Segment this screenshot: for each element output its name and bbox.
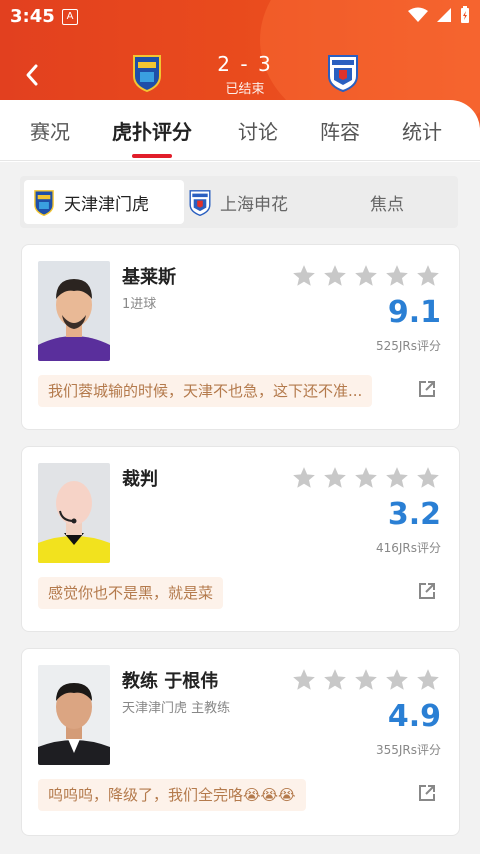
player-desc: 天津津门虎 主教练 [122, 701, 231, 716]
star-icon[interactable] [291, 263, 317, 289]
player-desc: 1进球 [122, 297, 157, 312]
rating-count: 416JRs评分 [375, 541, 441, 555]
share-icon[interactable] [417, 783, 437, 803]
share-icon[interactable] [417, 379, 437, 399]
status-bar: 3:45 A [0, 0, 480, 34]
star-icon[interactable] [415, 263, 441, 289]
rating-stars[interactable] [291, 667, 441, 693]
star-icon[interactable] [322, 667, 348, 693]
signal-icon [437, 8, 451, 22]
segment-label: 焦点 [370, 194, 404, 215]
match-rating-screen: 3:45 A 2 - 3 已结束 赛况 虎扑评分 讨论 阵容 统计 天津津门虎 … [0, 0, 480, 854]
segment-label: 天津津门虎 [64, 194, 149, 215]
rating-stars[interactable] [291, 465, 441, 491]
star-icon[interactable] [384, 263, 410, 289]
segment-focus[interactable]: 焦点 [370, 180, 430, 224]
tab-stats[interactable]: 统计 [402, 116, 442, 145]
tab-rating[interactable]: 虎扑评分 [112, 116, 192, 145]
rating-score: 4.9 [387, 699, 441, 734]
tab-indicator [132, 154, 172, 158]
star-icon[interactable] [415, 667, 441, 693]
star-icon[interactable] [384, 465, 410, 491]
battery-icon [461, 6, 469, 23]
shenhua-team-logo[interactable] [326, 52, 360, 92]
top-comment[interactable]: 呜呜呜，降级了，我们全完咯😭😭😭 [38, 779, 306, 811]
tab-match[interactable]: 赛况 [30, 116, 70, 145]
rating-score: 9.1 [387, 295, 441, 330]
player-rating-card[interactable]: 裁判 3.2 416JRs评分 感觉你也不是黑，就是菜 [21, 446, 460, 632]
rating-stars[interactable] [291, 263, 441, 289]
rating-score: 3.2 [387, 497, 441, 532]
tab-bar: 赛况 虎扑评分 讨论 阵容 统计 [0, 100, 480, 162]
star-icon[interactable] [291, 465, 317, 491]
referee-avatar [38, 463, 110, 563]
rating-count: 355JRs评分 [375, 743, 441, 757]
player-name: 裁判 [122, 469, 158, 490]
star-icon[interactable] [415, 465, 441, 491]
segment-label: 上海申花 [220, 194, 288, 215]
player-rating-card[interactable]: 基莱斯 1进球 9.1 525JRs评分 我们蓉城输的时候，天津不也急，这下还不… [21, 244, 460, 430]
star-icon[interactable] [353, 465, 379, 491]
tianjin-team-logo [34, 190, 54, 216]
match-score: 2 - 3 [217, 52, 273, 76]
tianjin-team-logo[interactable] [130, 52, 164, 92]
segment-shenhua[interactable]: 上海申花 [180, 180, 320, 224]
player-name: 基莱斯 [122, 267, 176, 288]
shenhua-team-logo [189, 190, 211, 216]
match-state: 已结束 [225, 82, 265, 97]
top-comment[interactable]: 感觉你也不是黑，就是菜 [38, 577, 224, 609]
star-icon[interactable] [353, 667, 379, 693]
tab-discussion[interactable]: 讨论 [238, 116, 278, 145]
rating-count: 525JRs评分 [375, 339, 441, 353]
system-icons [408, 6, 470, 24]
player-rating-card[interactable]: 教练 于根伟 天津津门虎 主教练 4.9 355JRs评分 呜呜呜，降级了，我们… [21, 648, 460, 836]
segment-tianjin[interactable]: 天津津门虎 [24, 180, 184, 224]
tab-lineup[interactable]: 阵容 [320, 116, 360, 145]
wifi-icon [408, 7, 428, 22]
player-name: 教练 于根伟 [122, 671, 219, 692]
star-icon[interactable] [353, 263, 379, 289]
score-block: 2 - 3 已结束 [200, 52, 290, 97]
notification-icon: A [62, 9, 78, 25]
top-comment[interactable]: 我们蓉城输的时候，天津不也急，这下还不准... [38, 375, 373, 407]
coach-avatar [38, 665, 110, 765]
team-segment-control: 天津津门虎 上海申花 焦点 [20, 176, 458, 228]
star-icon[interactable] [322, 465, 348, 491]
star-icon[interactable] [384, 667, 410, 693]
star-icon[interactable] [322, 263, 348, 289]
status-time: 3:45 [10, 6, 55, 27]
tab-divider [0, 160, 480, 161]
back-arrow-icon[interactable] [18, 60, 48, 90]
player-avatar [38, 261, 110, 361]
share-icon[interactable] [417, 581, 437, 601]
star-icon[interactable] [291, 667, 317, 693]
